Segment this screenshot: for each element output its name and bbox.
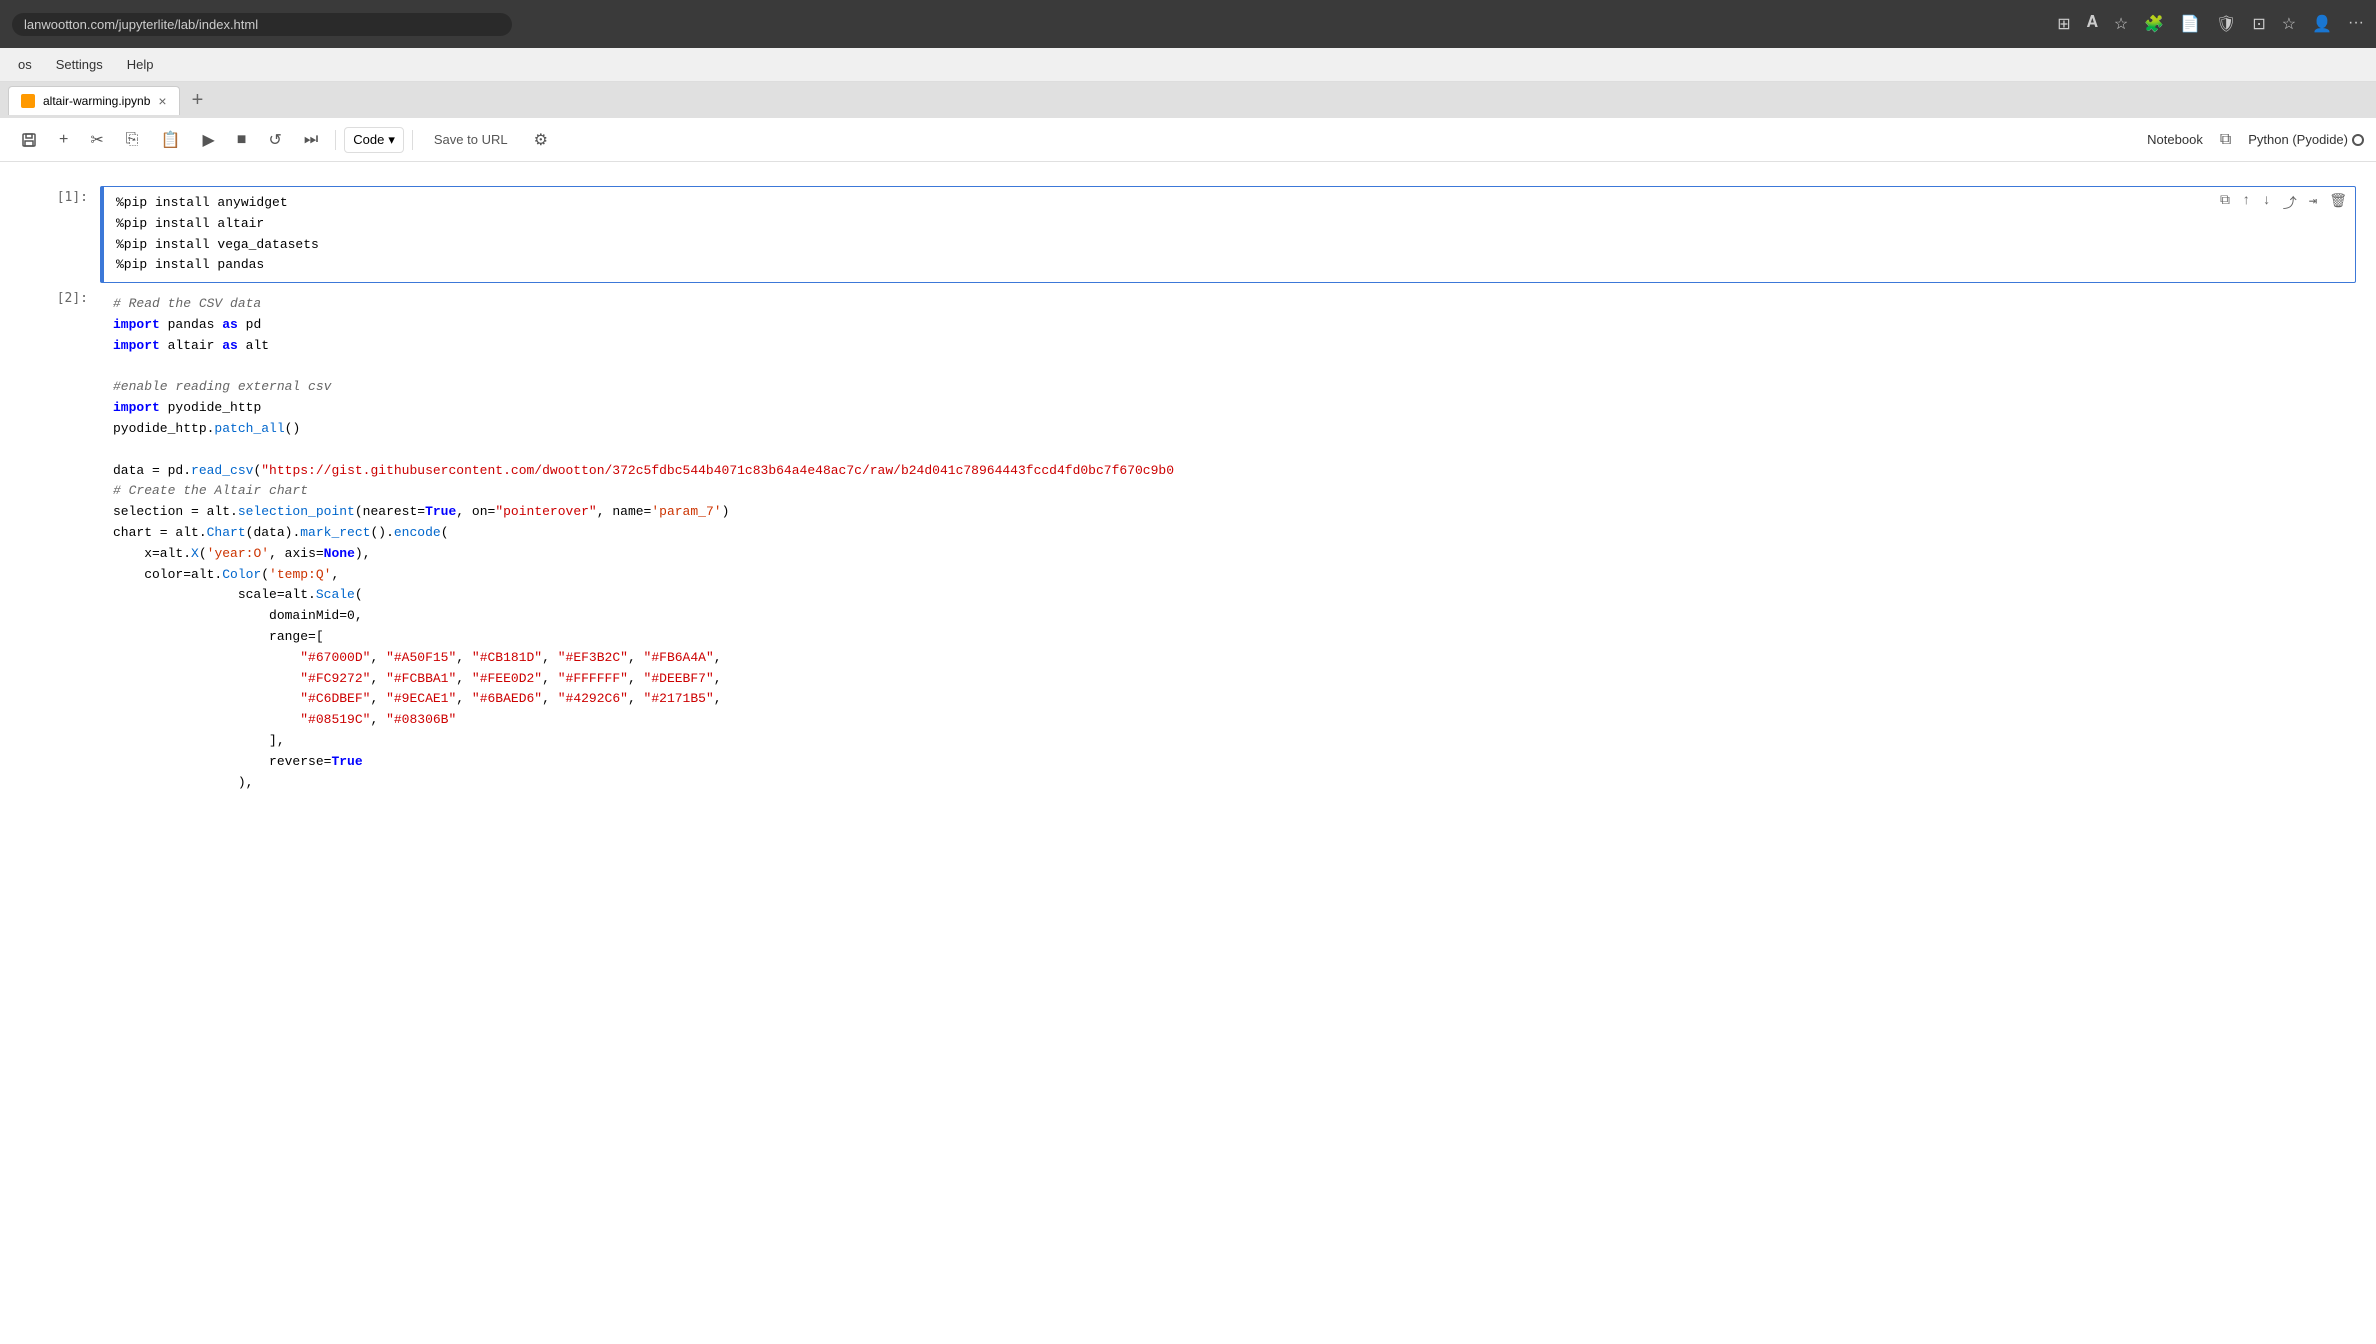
cell-2-line-1: # Read the CSV data xyxy=(113,294,2347,315)
cell-1-line-4: %pip install pandas xyxy=(116,255,2347,276)
run-button[interactable]: ▶ xyxy=(193,125,223,155)
cell-1-content[interactable]: ⧉ ↑ ↓ ⤴ ⇥ 🗑 %pip install anywidget %pip … xyxy=(104,186,2356,283)
grid-icon[interactable]: ⊞ xyxy=(2057,14,2070,34)
cell-2-line-9: data = pd.read_csv("https://gist.githubu… xyxy=(113,461,2347,482)
cell-1: [1]: ⧉ ↑ ↓ ⤴ ⇥ 🗑 %pip install anywidget … xyxy=(0,186,2376,283)
paste-button[interactable]: 📋 xyxy=(152,125,190,155)
fast-forward-button[interactable]: ⏭ xyxy=(295,126,327,154)
more-icon[interactable]: ··· xyxy=(2348,14,2364,34)
cell-2-line-21: "#08519C", "#08306B" xyxy=(113,710,2347,731)
cell-2-line-3: import altair as alt xyxy=(113,336,2347,357)
notebook-tab[interactable]: altair-warming.ipynb × xyxy=(8,86,180,115)
indent-icon[interactable]: ⇥ xyxy=(2305,191,2321,215)
cell-2-line-22: ], xyxy=(113,731,2347,752)
cell-2-line-23: reverse=True xyxy=(113,752,2347,773)
cell-2-line-4 xyxy=(113,357,2347,378)
extensions-icon[interactable]: 🧩 xyxy=(2144,14,2164,34)
cell-2-line-12: chart = alt.Chart(data).mark_rect().enco… xyxy=(113,523,2347,544)
menu-settings[interactable]: Settings xyxy=(46,53,113,76)
tab-close-button[interactable]: × xyxy=(158,93,166,109)
cell-2-line-24: ), xyxy=(113,773,2347,794)
save-button[interactable] xyxy=(12,127,46,153)
kernel-status: Python (Pyodide) xyxy=(2248,132,2364,147)
url-bar[interactable]: lanwootton.com/jupyterlite/lab/index.htm… xyxy=(12,13,512,36)
cell-2-line-13: x=alt.X('year:O', axis=None), xyxy=(113,544,2347,565)
star-icon[interactable]: ☆ xyxy=(2114,14,2128,34)
kernel-status-circle xyxy=(2352,134,2364,146)
app-menu-bar: os Settings Help xyxy=(0,48,2376,82)
cell-2-line-2: import pandas as pd xyxy=(113,315,2347,336)
toolbar-separator-2 xyxy=(412,130,413,150)
cell-2-line-11: selection = alt.selection_point(nearest=… xyxy=(113,502,2347,523)
cell-1-line-2: %pip install altair xyxy=(116,214,2347,235)
page-icon[interactable]: 📄 xyxy=(2180,14,2200,34)
menu-os[interactable]: os xyxy=(8,53,42,76)
browser-icons: ⊞ 𝐀 ☆ 🧩 📄 🛡 ⊡ ☆ 👤 ··· xyxy=(2057,14,2364,34)
cell-2-line-15: scale=alt.Scale( xyxy=(113,585,2347,606)
notebook-tab-icon xyxy=(21,94,35,108)
save-to-url-button[interactable]: Save to URL xyxy=(421,127,521,152)
font-icon[interactable]: 𝐀 xyxy=(2087,14,2098,34)
chevron-down-icon: ▾ xyxy=(388,132,395,148)
cell-1-line-1: %pip install anywidget xyxy=(116,193,2347,214)
cut-button[interactable]: ✂ xyxy=(81,125,112,155)
stop-button[interactable]: ■ xyxy=(228,126,256,154)
settings-gear-button[interactable]: ⚙ xyxy=(525,125,557,155)
cell-2-line-8 xyxy=(113,440,2347,461)
split-icon[interactable]: ⊡ xyxy=(2252,14,2265,34)
cell-2-line-16: domainMid=0, xyxy=(113,606,2347,627)
cell-2-line-14: color=alt.Color('temp:Q', xyxy=(113,565,2347,586)
cell-2-line-10: # Create the Altair chart xyxy=(113,481,2347,502)
toolbar-right-section: Notebook ⧉ Python (Pyodide) xyxy=(2147,126,2364,154)
notebook-content: [1]: ⧉ ↑ ↓ ⤴ ⇥ 🗑 %pip install anywidget … xyxy=(0,162,2376,1344)
shield-icon[interactable]: 🛡 xyxy=(2216,14,2236,34)
cell-1-line-3: %pip install vega_datasets xyxy=(116,235,2347,256)
cell-1-number: [1]: xyxy=(20,186,100,283)
copy-button[interactable]: ⎘ xyxy=(117,126,148,154)
profile-icon[interactable]: 👤 xyxy=(2312,14,2332,34)
notebook-toolbar: + ✂ ⎘ 📋 ▶ ■ ↺ ⏭ Code ▾ Save to URL ⚙ Not… xyxy=(0,118,2376,162)
cell-2-line-6: import pyodide_http xyxy=(113,398,2347,419)
menu-help[interactable]: Help xyxy=(117,53,164,76)
cell-2-number: [2]: xyxy=(20,287,100,800)
open-in-new-button[interactable]: ⧉ xyxy=(2211,126,2240,154)
notebook-label: Notebook xyxy=(2147,132,2203,147)
cell-2-line-7: pyodide_http.patch_all() xyxy=(113,419,2347,440)
cell-2-content[interactable]: # Read the CSV data import pandas as pd … xyxy=(100,287,2356,800)
move-up-icon[interactable]: ↑ xyxy=(2238,191,2254,215)
cell-2: [2]: # Read the CSV data import pandas a… xyxy=(0,287,2376,800)
move-down-icon[interactable]: ↓ xyxy=(2258,191,2274,215)
new-tab-button[interactable]: + xyxy=(184,89,212,112)
share-icon[interactable]: ⤴ xyxy=(2279,191,2301,215)
notebook-tab-label: altair-warming.ipynb xyxy=(43,94,150,108)
fav-icon[interactable]: ☆ xyxy=(2282,14,2296,34)
cell-2-line-19: "#FC9272", "#FCBBA1", "#FEE0D2", "#FFFFF… xyxy=(113,669,2347,690)
restart-button[interactable]: ↺ xyxy=(259,125,290,155)
cell-2-line-5: #enable reading external csv xyxy=(113,377,2347,398)
browser-chrome: lanwootton.com/jupyterlite/lab/index.htm… xyxy=(0,0,2376,48)
add-cell-button[interactable]: + xyxy=(50,126,77,154)
cell-1-toolbar: ⧉ ↑ ↓ ⤴ ⇥ 🗑 xyxy=(2216,191,2351,215)
delete-cell-icon[interactable]: 🗑 xyxy=(2325,191,2351,215)
cell-2-line-20: "#C6DBEF", "#9ECAE1", "#6BAED6", "#4292C… xyxy=(113,689,2347,710)
toolbar-separator xyxy=(335,130,336,150)
tab-bar: altair-warming.ipynb × + xyxy=(0,82,2376,118)
kernel-name-label: Python (Pyodide) xyxy=(2248,132,2348,147)
kernel-selector[interactable]: Code ▾ xyxy=(344,127,404,153)
copy-cell-icon[interactable]: ⧉ xyxy=(2216,191,2234,215)
cell-2-line-17: range=[ xyxy=(113,627,2347,648)
cell-2-line-18: "#67000D", "#A50F15", "#CB181D", "#EF3B2… xyxy=(113,648,2347,669)
kernel-label: Code xyxy=(353,132,384,147)
